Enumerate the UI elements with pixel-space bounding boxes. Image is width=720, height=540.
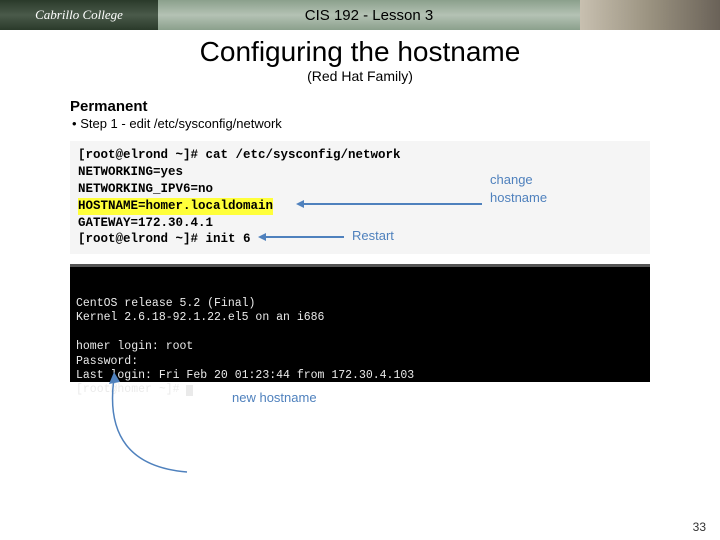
bullet: • — [72, 116, 77, 131]
code-line-4-wrap: HOSTNAME=homer.localdomain — [78, 198, 642, 215]
page-number: 33 — [693, 520, 706, 534]
arrow-restart-head — [258, 233, 266, 241]
arrow-new-hostname — [92, 350, 212, 480]
annotation-new-hostname: new hostname — [232, 390, 662, 405]
prompt-2: [root@elrond ~]# — [78, 232, 206, 246]
arrow-change-head — [296, 200, 304, 208]
logo-text: Cabrillo College — [35, 7, 123, 23]
cmd-cat: cat /etc/sysconfig/network — [206, 148, 401, 162]
step-prefix: Step 1 — [80, 116, 121, 131]
step-rest: edit /etc/sysconfig/network — [126, 116, 282, 131]
page-subtitle: (Red Hat Family) — [0, 68, 720, 84]
prompt-1: [root@elrond ~]# — [78, 148, 206, 162]
step-line: • Step 1 - edit /etc/sysconfig/network — [72, 116, 662, 131]
arrow-restart-line — [264, 236, 344, 238]
page-title: Configuring the hostname — [0, 36, 720, 68]
arrow-change-line — [302, 203, 482, 205]
term-line-2: Kernel 2.6.18-92.1.22.el5 on an i686 — [76, 311, 324, 324]
header-photo — [580, 0, 720, 30]
code-line-2: NETWORKING=yes — [78, 164, 642, 181]
code-hostname-highlight: HOSTNAME=homer.localdomain — [78, 198, 273, 215]
annotation-restart: Restart — [352, 227, 394, 245]
course-label: CIS 192 - Lesson 3 — [158, 7, 580, 24]
code-block: [root@elrond ~]# cat /etc/sysconfig/netw… — [70, 141, 650, 254]
annot-change-line2: hostname — [490, 190, 547, 205]
term-line-1: CentOS release 5.2 (Final) — [76, 297, 255, 310]
header-banner: Cabrillo College CIS 192 - Lesson 3 — [0, 0, 720, 30]
code-line-3: NETWORKING_IPV6=no — [78, 181, 642, 198]
content-area: Permanent • Step 1 - edit /etc/sysconfig… — [0, 98, 720, 405]
college-logo: Cabrillo College — [0, 0, 158, 30]
annotation-change-hostname: change hostname — [490, 171, 547, 206]
section-heading: Permanent — [70, 98, 662, 115]
cmd-init: init 6 — [206, 232, 251, 246]
code-line-1: [root@elrond ~]# cat /etc/sysconfig/netw… — [78, 147, 642, 164]
terminal-titlebar — [70, 264, 650, 267]
annot-change-line1: change — [490, 172, 533, 187]
